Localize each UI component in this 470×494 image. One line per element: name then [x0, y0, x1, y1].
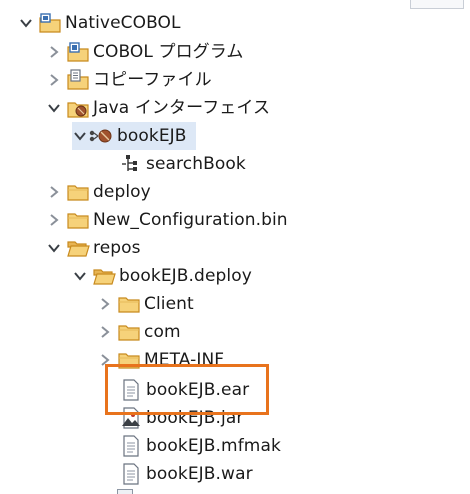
file-icon: [119, 435, 143, 457]
java-interface-folder-icon: [66, 97, 90, 119]
file-icon: [119, 463, 143, 485]
tree-item-label: META-INF: [144, 350, 225, 370]
chevron-right-icon[interactable]: [46, 72, 62, 88]
tree-item-label: searchBook: [146, 154, 246, 174]
tree-item-bookejb-ear[interactable]: bookEJB.ear: [115, 376, 249, 404]
tree-item-label: コピーファイル: [93, 70, 212, 90]
tree-item-bookejb-war[interactable]: bookEJB.war: [115, 460, 253, 488]
tree-item-deploy[interactable]: deploy: [46, 178, 151, 206]
tree-item-label: Client: [144, 294, 194, 314]
tree-item-label: bookEJB.deploy: [119, 266, 252, 286]
copybooks-folder-icon: [66, 69, 90, 91]
tree-item-bookejb[interactable]: bookEJB: [72, 122, 196, 150]
chevron-right-icon[interactable]: [97, 296, 113, 312]
folder-icon: [117, 321, 141, 343]
tree-item-meta-inf[interactable]: META-INF: [97, 346, 224, 374]
tree-item-label: New_Configuration.bin: [93, 210, 288, 230]
tree-item-label: bookEJB.war: [146, 464, 253, 484]
chevron-down-icon[interactable]: [46, 100, 62, 116]
tree-item-copybooks[interactable]: コピーファイル: [46, 66, 212, 94]
cobol-project-icon: [38, 12, 62, 34]
ejb-service-icon: [88, 125, 114, 147]
tree-item-label: Java インターフェイス: [93, 98, 271, 118]
tree-item-label: COBOL プログラム: [93, 42, 244, 62]
tree-item-bookejb-jar[interactable]: bookEJB.jar: [115, 404, 244, 432]
folder-icon: [117, 349, 141, 371]
tree-item-label: bookEJB.jar: [146, 408, 244, 428]
tree-item-label: repos: [93, 238, 141, 258]
file-icon: [117, 489, 133, 494]
chevron-down-icon[interactable]: [46, 240, 62, 256]
tree-item-new-configuration-bin[interactable]: New_Configuration.bin: [46, 206, 288, 234]
tree-item-label: bookEJB: [117, 126, 187, 146]
project-explorer-tree: NativeCOBOL COBOL プログラム コピーファイル Java インタ…: [0, 0, 470, 494]
folder-open-icon: [92, 265, 116, 287]
tree-item-com[interactable]: com: [97, 318, 181, 346]
cobol-programs-folder-icon: [66, 41, 90, 63]
operation-icon: [119, 153, 143, 175]
chevron-right-icon[interactable]: [46, 44, 62, 60]
file-icon: [119, 379, 143, 401]
tree-item-label: com: [144, 322, 181, 342]
tree-item-client[interactable]: Client: [97, 290, 194, 318]
tree-item-bookejb-mfmak[interactable]: bookEJB.mfmak: [115, 432, 281, 460]
chevron-down-icon[interactable]: [72, 128, 88, 144]
tree-item-label: bookEJB.ear: [146, 380, 250, 400]
tree-item-cobol-programs[interactable]: COBOL プログラム: [46, 38, 243, 66]
tree-item-searchbook[interactable]: searchBook: [115, 150, 246, 178]
chevron-right-icon[interactable]: [97, 352, 113, 368]
chevron-right-icon[interactable]: [97, 324, 113, 340]
folder-icon: [66, 209, 90, 231]
folder-icon: [117, 293, 141, 315]
folder-open-icon: [66, 237, 90, 259]
tree-item-nativecobol[interactable]: NativeCOBOL: [18, 9, 181, 37]
folder-icon: [66, 181, 90, 203]
jar-file-icon: [119, 407, 143, 429]
tree-item-label: bookEJB.mfmak: [146, 436, 281, 456]
tree-item-java-interface[interactable]: Java インターフェイス: [46, 94, 270, 122]
view-toolbar-edge: [410, 0, 464, 9]
chevron-down-icon[interactable]: [72, 268, 88, 284]
tree-item-label: NativeCOBOL: [65, 13, 181, 33]
tree-item-repos[interactable]: repos: [46, 234, 141, 262]
tree-item-label: deploy: [93, 182, 151, 202]
chevron-right-icon[interactable]: [46, 184, 62, 200]
chevron-down-icon[interactable]: [18, 15, 34, 31]
chevron-right-icon[interactable]: [46, 212, 62, 228]
tree-item-bookejb-deploy[interactable]: bookEJB.deploy: [72, 262, 252, 290]
